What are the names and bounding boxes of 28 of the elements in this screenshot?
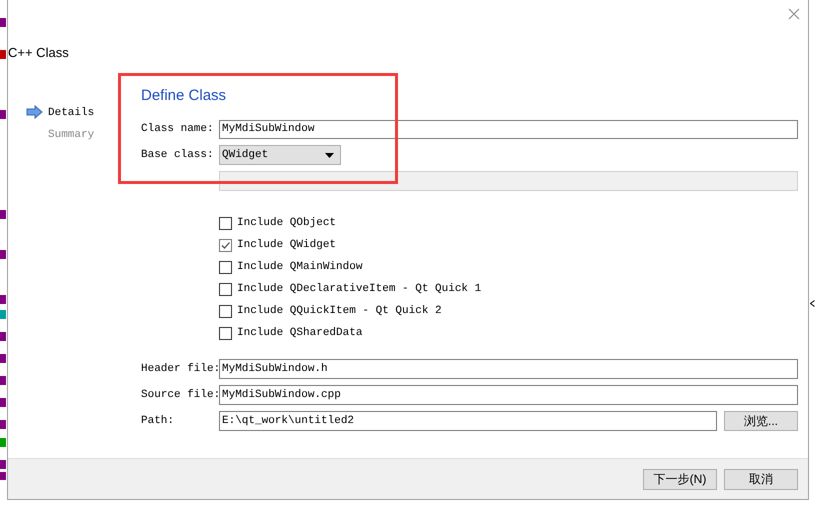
arrow-icon [26, 105, 43, 119]
browse-button[interactable]: 浏览... [724, 411, 798, 431]
file-field[interactable]: MyMdiSubWindow.h [219, 359, 798, 379]
file-field[interactable]: E:\qt_work\untitled2 [219, 411, 717, 431]
close-icon[interactable] [788, 8, 800, 20]
class-name-field[interactable]: MyMdiSubWindow [219, 120, 798, 138]
window-title: C++ Class [8, 45, 69, 61]
include-checkbox[interactable]: Include QMainWindow [219, 259, 362, 275]
include-checkbox[interactable]: Include QSharedData [219, 325, 362, 341]
include-checkbox[interactable]: Include QQuickItem - Qt Quick 2 [219, 303, 442, 319]
check-icon [220, 240, 231, 250]
wizard-step[interactable]: Summary [48, 126, 94, 144]
file-field[interactable]: MyMdiSubWindow.cpp [219, 385, 798, 405]
field-label: Class name: [141, 122, 215, 137]
base-class-dropdown[interactable]: QWidget [219, 145, 341, 165]
dialog-button[interactable]: 取消 [724, 468, 798, 490]
field-label: Source file: [141, 388, 219, 403]
caret-icon [325, 152, 334, 158]
include-checkbox[interactable]: Include QWidget [219, 237, 336, 253]
dialog-button[interactable]: 下一步(N) [643, 468, 717, 490]
include-checkbox[interactable]: Include QDeclarativeItem - Qt Quick 1 [219, 281, 482, 297]
field-label: Header file: [141, 362, 219, 377]
wizard-step[interactable]: Details [48, 104, 94, 122]
chevron-icon [810, 300, 815, 307]
field-label: Base class: [141, 148, 215, 163]
include-checkbox[interactable]: Include QObject [219, 215, 336, 231]
page-title: Define Class [141, 86, 226, 106]
field-label: Path: [141, 414, 176, 429]
